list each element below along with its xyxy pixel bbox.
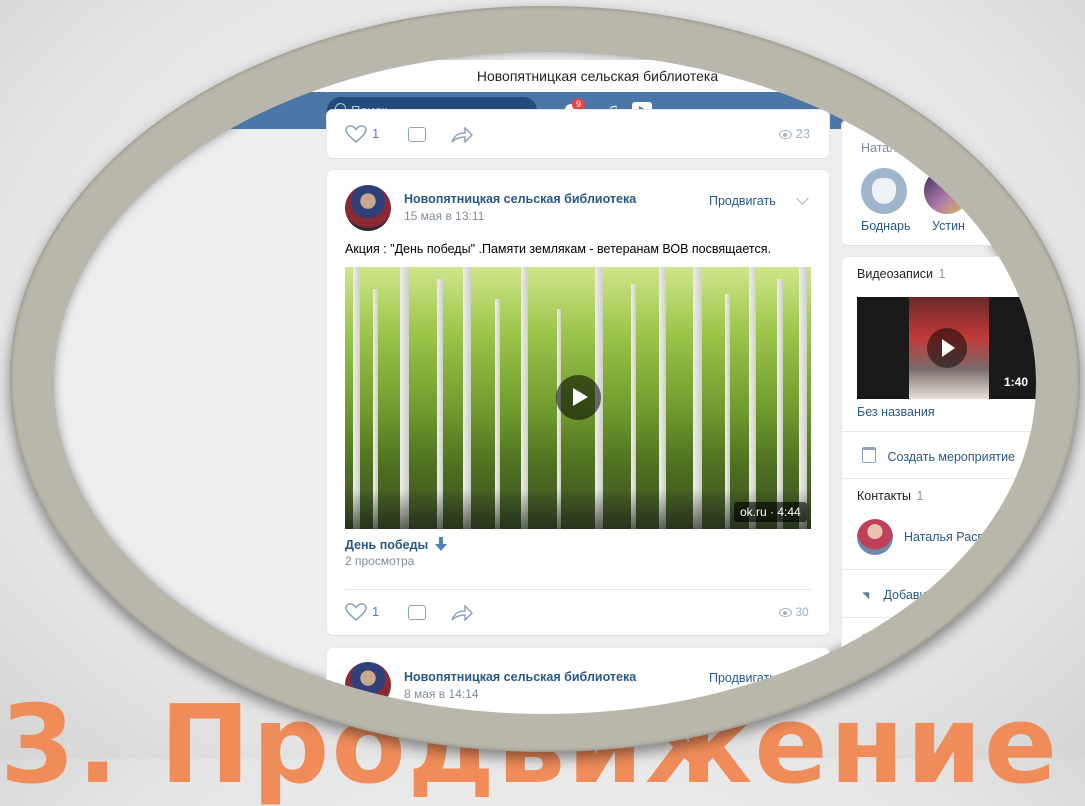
video-title-link[interactable]: День победы bbox=[345, 537, 447, 552]
contacts-label: Контакты bbox=[857, 489, 911, 503]
videos-count: 1 bbox=[938, 267, 946, 281]
arrow-down-icon bbox=[434, 537, 447, 551]
views-count: 23 bbox=[795, 126, 811, 141]
friend-name[interactable]: В bbox=[984, 219, 992, 233]
share-icon[interactable] bbox=[451, 127, 473, 143]
video-title: День победы bbox=[345, 538, 429, 552]
window-titlebar: Новопятницкая сельская библиотека bbox=[54, 60, 1036, 92]
friends-header[interactable]: Натальи bbox=[861, 141, 910, 155]
comment-icon[interactable] bbox=[408, 127, 426, 142]
play-button-icon[interactable] bbox=[927, 328, 967, 368]
promote-button[interactable]: Продвигать bbox=[709, 194, 776, 208]
videos-label: Видеозаписи bbox=[857, 267, 934, 281]
divider bbox=[842, 431, 1036, 432]
like-icon[interactable] bbox=[345, 125, 367, 143]
camera-icon[interactable] bbox=[862, 634, 875, 644]
add-link-label: Добавить с bbox=[883, 588, 949, 602]
calendar-icon bbox=[862, 447, 876, 463]
divider bbox=[345, 589, 811, 590]
eye-icon bbox=[779, 608, 792, 618]
divider bbox=[842, 617, 1036, 618]
promote-button[interactable]: Продвигать bbox=[709, 671, 776, 685]
eye-icon bbox=[779, 130, 792, 140]
video-views: 2 просмотра bbox=[345, 554, 415, 568]
views-counter: 23 bbox=[779, 126, 810, 141]
videos-more-link[interactable]: р bbox=[1016, 267, 1023, 281]
screenshot-viewport: Новопятницкая сельская библиотека Поиск … bbox=[54, 52, 1036, 714]
friend-avatar[interactable] bbox=[861, 168, 907, 214]
views-count: 30 bbox=[795, 605, 809, 619]
create-event-label: Создать мероприятие bbox=[887, 450, 1016, 464]
post-date[interactable]: 15 мая в 13:11 bbox=[404, 209, 484, 223]
friend-avatar[interactable] bbox=[924, 168, 970, 214]
post-date[interactable]: 8 мая в 14:14 bbox=[404, 687, 479, 701]
share-icon[interactable] bbox=[451, 605, 473, 621]
like-icon[interactable] bbox=[345, 603, 367, 621]
contacts-count: 1 bbox=[916, 489, 924, 503]
sidebar-video-thumbnail[interactable]: 1:40 bbox=[857, 297, 1036, 399]
like-count: 1 bbox=[372, 604, 380, 619]
sidebar-video-duration: 1:40 bbox=[1003, 375, 1028, 389]
videos-header[interactable]: Видеозаписи 1 bbox=[857, 267, 945, 281]
dog-face-icon bbox=[872, 178, 896, 204]
friend-name[interactable]: Устин bbox=[932, 219, 965, 233]
window-title: Новопятницкая сельская библиотека bbox=[476, 68, 719, 84]
video-duration: ok.ru · 4:44 bbox=[734, 502, 807, 522]
add-link-button[interactable]: Добавить с bbox=[862, 586, 949, 604]
play-button-icon[interactable] bbox=[556, 375, 601, 420]
post-author[interactable]: Новопятницкая сельская библиотека bbox=[404, 670, 636, 684]
divider bbox=[842, 569, 1036, 570]
author-avatar[interactable] bbox=[345, 662, 391, 708]
previous-post-card: 1 23 bbox=[327, 110, 829, 158]
sidebar-video-caption[interactable]: Без названия bbox=[857, 405, 935, 419]
divider bbox=[842, 478, 1036, 479]
contact-name[interactable]: Наталья Распопо bbox=[904, 530, 1005, 544]
post-author[interactable]: Новопятницкая сельская библиотека bbox=[404, 192, 636, 206]
like-count: 1 bbox=[372, 126, 380, 141]
contacts-header[interactable]: Контакты 1 bbox=[857, 489, 923, 503]
author-avatar[interactable] bbox=[345, 185, 391, 231]
comment-icon[interactable] bbox=[408, 605, 426, 620]
post-text: Акция : "День победы" .Памяти землякам -… bbox=[345, 242, 771, 256]
views-counter: 30 bbox=[779, 605, 809, 619]
friend-name[interactable]: Боднарь bbox=[861, 219, 911, 233]
create-event-button[interactable]: Создать мероприятие bbox=[862, 447, 1015, 466]
contact-avatar[interactable] bbox=[857, 519, 893, 555]
contacts-more-link[interactable]: р bbox=[1016, 489, 1023, 503]
